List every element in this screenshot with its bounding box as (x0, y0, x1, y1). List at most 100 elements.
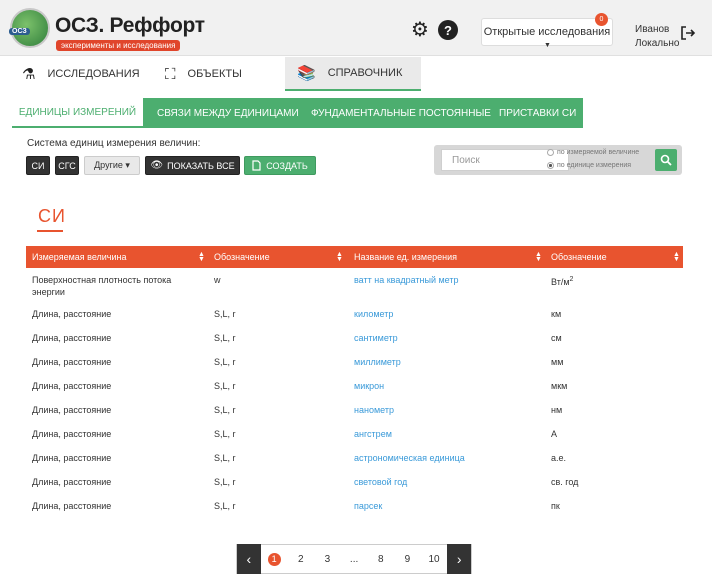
column-header-unit-name[interactable]: Название ед. измерения (354, 246, 457, 268)
tab-label: ФУНДАМЕНТАЛЬНЫЕ ПОСТОЯННЫЕ (311, 107, 491, 119)
create-button[interactable]: СОЗДАТЬ (244, 156, 316, 175)
units-table: Измеряемая величина ▲ ▼ Обозначение ▲ ▼ На… (26, 246, 683, 518)
page-link[interactable]: 8 (367, 554, 394, 565)
brand-subtitle: эксперименты и исследования (56, 40, 181, 51)
tab-si-prefixes[interactable]: ПРИСТАВКИ СИ (499, 98, 576, 128)
nav-item-reference[interactable]: 📚 СПРАВОЧНИК (285, 57, 421, 91)
column-header-symbol[interactable]: Обозначение (214, 246, 270, 268)
radio-dot (547, 149, 554, 156)
tab-units[interactable]: ЕДИНИЦЫ ИЗМЕРЕНИЙ (12, 98, 143, 128)
new-document-icon (252, 160, 261, 171)
table-row[interactable]: Длина, расстояние S,L, r парсек пк (26, 494, 683, 518)
tab-fundamental-constants[interactable]: ФУНДАМЕНТАЛЬНЫЕ ПОСТОЯННЫЕ (311, 98, 491, 128)
cell-unit-name-link[interactable]: ватт на квадратный метр (354, 274, 459, 286)
search-by-quantity-radio[interactable]: по измеряемой величине (547, 149, 639, 156)
tab-label: ЕДИНИЦЫ ИЗМЕРЕНИЙ (18, 106, 137, 118)
cell-unit-name-link[interactable]: километр (354, 308, 393, 320)
table-row[interactable]: Длина, расстояние S,L, r ангстрем A (26, 422, 683, 446)
cell-symbol: S,L, r (214, 453, 236, 463)
cell-unit-name-link[interactable]: астрономическая единица (354, 452, 465, 464)
table-row[interactable]: Поверхностная плотность потока энергии w в… (26, 268, 683, 302)
radio-dot (547, 162, 554, 169)
tab-label: СВЯЗИ МЕЖДУ ЕДИНИЦАМИ (157, 107, 299, 119)
cell-unit-name-link[interactable]: ангстрем (354, 428, 392, 440)
app-header: ОСЗ ОСЗ. Реффорт эксперименты и исследов… (0, 0, 712, 56)
main-nav: ⚗ ИССЛЕДОВАНИЯ ⛶ ОБЪЕКТЫ 📚 СПРАВОЧНИК (0, 57, 712, 93)
user-info[interactable]: Иванов Локально (635, 23, 679, 51)
page-link[interactable]: 9 (394, 554, 421, 565)
search-by-unit-radio[interactable]: по единице измерения (547, 162, 631, 169)
cell-unit-symbol: мкм (551, 381, 568, 391)
tab-label: ПРИСТАВКИ СИ (499, 107, 577, 119)
table-row[interactable]: Длина, расстояние S,L, r нанометр нм (26, 398, 683, 422)
cell-symbol: w (214, 275, 221, 285)
page-ellipsis: ... (349, 553, 359, 565)
column-header-unit-symbol[interactable]: Обозначение (551, 246, 607, 268)
open-studies-label: Открытые исследования (483, 26, 611, 38)
sort-icon[interactable]: ▲ ▼ (198, 251, 205, 263)
flask-icon: ⚗ (22, 66, 36, 83)
cell-unit-name-link[interactable]: миллиметр (354, 356, 401, 368)
cell-unit-symbol: а.е. (551, 453, 567, 463)
logo-badge: ОСЗ (9, 28, 30, 35)
cell-quantity: Длина, расстояние (32, 501, 112, 511)
nav-item-label: СПРАВОЧНИК (327, 67, 403, 79)
unit-exponent: 2 (569, 276, 574, 283)
table-body: Поверхностная плотность потока энергии w в… (26, 268, 683, 518)
nav-item-label: ОБЪЕКТЫ (187, 68, 242, 80)
cell-symbol: S,L, r (214, 477, 236, 487)
cell-unit-name-link[interactable]: парсек (354, 500, 382, 512)
cell-symbol: S,L, r (214, 309, 236, 319)
cell-symbol: S,L, r (214, 381, 236, 391)
page-link[interactable]: 10 (421, 554, 448, 565)
search-panel: по измеряемой величине по единице измере… (434, 145, 682, 175)
si-button[interactable]: СИ (26, 156, 50, 175)
others-dropdown[interactable]: Другие ▾ (84, 156, 140, 175)
books-icon: 📚 (297, 65, 316, 82)
cell-unit-symbol: нм (551, 405, 563, 415)
table-row[interactable]: Длина, расстояние S,L, r микрон мкм (26, 374, 683, 398)
column-header-quantity[interactable]: Измеряемая величина (32, 246, 127, 268)
table-header: Измеряемая величина ▲ ▼ Обозначение ▲ ▼ На… (26, 246, 683, 268)
cell-unit-symbol: Вт/м2 (551, 276, 574, 287)
gear-icon[interactable]: ⚙ (410, 20, 430, 40)
table-row[interactable]: Длина, расстояние S,L, r сантиметр см (26, 326, 683, 350)
sort-icon[interactable]: ▲ ▼ (336, 251, 343, 263)
cell-symbol: S,L, r (214, 405, 236, 415)
table-row[interactable]: Длина, расстояние S,L, r миллиметр мм (26, 350, 683, 374)
cell-quantity: Длина, расстояние (32, 333, 112, 343)
table-row[interactable]: Длина, расстояние S,L, r километр км (26, 302, 683, 326)
eye-icon: 👁 (150, 160, 164, 171)
search-button[interactable] (655, 149, 677, 171)
search-icon (660, 154, 672, 166)
cell-unit-name-link[interactable]: световой год (354, 476, 407, 488)
section-underline (37, 230, 63, 232)
pagination: ‹ 1 2 3 ... 8 9 10 › (236, 544, 472, 574)
table-row[interactable]: Длина, расстояние S,L, r астрономическая е… (26, 446, 683, 470)
nav-item-research[interactable]: ⚗ ИССЛЕДОВАНИЯ (22, 57, 142, 91)
radio-label: по единице измерения (557, 162, 632, 169)
cgs-button[interactable]: СГС (55, 156, 79, 175)
logout-icon[interactable] (680, 25, 696, 41)
user-mode: Локально (635, 38, 680, 49)
show-all-button[interactable]: 👁 ПОКАЗАТЬ ВСЕ (145, 156, 240, 175)
open-studies-button[interactable]: Открытые исследования 0 ▼ (481, 13, 613, 49)
nav-item-objects[interactable]: ⛶ ОБЪЕКТЫ (165, 57, 275, 91)
cell-symbol: S,L, r (214, 333, 236, 343)
cell-unit-name-link[interactable]: нанометр (354, 404, 394, 416)
page-current[interactable]: 1 (267, 552, 281, 566)
help-icon[interactable]: ? (438, 20, 458, 40)
table-row[interactable]: Длина, расстояние S,L, r световой год св. г… (26, 470, 683, 494)
next-page-button[interactable]: › (447, 544, 472, 574)
cell-quantity: Длина, расстояние (32, 453, 112, 463)
sort-icon[interactable]: ▲ ▼ (535, 251, 542, 263)
cell-unit-name-link[interactable]: сантиметр (354, 332, 398, 344)
prev-page-button[interactable]: ‹ (237, 544, 261, 574)
tab-unit-relations[interactable]: СВЯЗИ МЕЖДУ ЕДИНИЦАМИ (157, 98, 299, 128)
section-title: СИ (38, 206, 66, 226)
sort-icon[interactable]: ▲ ▼ (673, 251, 680, 263)
page-link[interactable]: 2 (288, 554, 315, 565)
page-link[interactable]: 3 (314, 554, 341, 565)
brand-title: ОСЗ. Реффорт (55, 14, 205, 37)
cell-unit-name-link[interactable]: микрон (354, 380, 384, 392)
